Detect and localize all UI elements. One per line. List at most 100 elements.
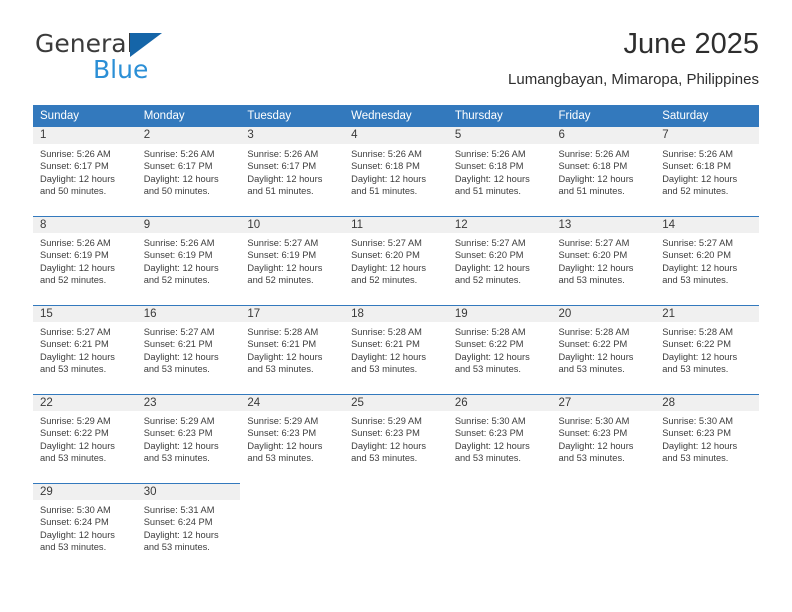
day-sun-info: Sunrise: 5:27 AM Sunset: 6:21 PM Daylight:… <box>137 322 241 376</box>
calendar-day-cell[interactable]: 10 Sunrise: 5:27 AM Sunset: 6:19 PM Dayligh… <box>240 216 345 305</box>
day-sun-info: Sunrise: 5:28 AM Sunset: 6:22 PM Daylight:… <box>655 322 759 376</box>
calendar-day-cell[interactable]: 3 Sunrise: 5:26 AM Sunset: 6:17 PM Daylight… <box>240 127 345 216</box>
day-info-sunrise: Sunrise: 5:30 AM <box>662 416 734 426</box>
day-info-sunrise: Sunrise: 5:26 AM <box>558 149 630 159</box>
calendar-day-cell[interactable]: 2 Sunrise: 5:26 AM Sunset: 6:17 PM Daylight… <box>136 127 241 216</box>
day-info-daylight1: Daylight: 12 hours <box>40 440 115 451</box>
day-info-sunrise: Sunrise: 5:29 AM <box>247 416 319 426</box>
day-info-daylight2: and 53 minutes. <box>143 453 210 464</box>
calendar-day-cell[interactable]: 23 Sunrise: 5:29 AM Sunset: 6:23 PM Dayligh… <box>136 394 241 483</box>
day-info-daylight2: and 53 minutes. <box>558 364 625 375</box>
calendar-day-cell[interactable]: 5 Sunrise: 5:26 AM Sunset: 6:18 PM Daylight… <box>447 127 552 216</box>
day-cell-inner: 16 Sunrise: 5:27 AM Sunset: 6:21 PM Dayligh… <box>136 305 241 394</box>
day-info-sunset: Sunset: 6:21 PM <box>351 339 420 350</box>
calendar-week-row: 29 Sunrise: 5:30 AM Sunset: 6:24 PM Dayligh… <box>33 483 759 572</box>
calendar-day-cell[interactable]: 25 Sunrise: 5:29 AM Sunset: 6:23 PM Dayligh… <box>344 394 448 483</box>
day-number: 12 <box>447 216 552 233</box>
day-cell-inner: 27 Sunrise: 5:30 AM Sunset: 6:23 PM Dayligh… <box>551 394 656 483</box>
calendar-day-cell[interactable]: 21 Sunrise: 5:28 AM Sunset: 6:22 PM Dayligh… <box>655 305 759 394</box>
calendar-header-row: Sunday Monday Tuesday Wednesday Thursday… <box>33 105 759 127</box>
day-info-daylight1: Daylight: 12 hours <box>143 173 219 184</box>
day-sun-info: Sunrise: 5:27 AM Sunset: 6:20 PM Daylight:… <box>655 233 759 287</box>
day-info-sunset: Sunset: 6:23 PM <box>351 428 420 439</box>
calendar-day-cell[interactable]: 29 Sunrise: 5:30 AM Sunset: 6:24 PM Dayligh… <box>33 483 137 572</box>
calendar-table: Sunday Monday Tuesday Wednesday Thursday… <box>33 105 759 572</box>
day-info-sunset: Sunset: 6:22 PM <box>558 339 628 350</box>
day-info-sunset: Sunset: 6:20 PM <box>351 250 420 261</box>
calendar-day-cell[interactable]: 11 Sunrise: 5:27 AM Sunset: 6:20 PM Dayligh… <box>344 216 448 305</box>
calendar-day-cell[interactable]: 27 Sunrise: 5:30 AM Sunset: 6:23 PM Dayligh… <box>551 394 656 483</box>
day-cell-inner: 17 Sunrise: 5:28 AM Sunset: 6:21 PM Dayligh… <box>240 305 345 394</box>
day-cell-inner: 21 Sunrise: 5:28 AM Sunset: 6:22 PM Dayligh… <box>655 305 759 394</box>
day-cell-inner <box>552 483 656 572</box>
day-info-daylight1: Daylight: 12 hours <box>143 529 219 540</box>
calendar-day-cell[interactable]: 6 Sunrise: 5:26 AM Sunset: 6:18 PM Daylight… <box>551 127 656 216</box>
day-cell-inner: 6 Sunrise: 5:26 AM Sunset: 6:18 PM Daylight… <box>551 127 656 216</box>
day-cell-inner: 5 Sunrise: 5:26 AM Sunset: 6:18 PM Daylight… <box>447 127 552 216</box>
calendar-day-cell[interactable]: 4 Sunrise: 5:26 AM Sunset: 6:18 PM Daylight… <box>344 127 448 216</box>
calendar-day-cell[interactable]: 20 Sunrise: 5:28 AM Sunset: 6:22 PM Dayligh… <box>551 305 656 394</box>
day-info-daylight1: Daylight: 12 hours <box>40 351 115 362</box>
day-info-daylight2: and 53 minutes. <box>247 364 314 375</box>
day-number: 20 <box>551 305 656 322</box>
day-number: 28 <box>655 394 759 411</box>
weekday-header-wednesday: Wednesday <box>344 105 448 127</box>
day-info-daylight2: and 53 minutes. <box>662 453 729 464</box>
day-info-daylight2: and 53 minutes. <box>454 453 521 464</box>
calendar-day-cell[interactable]: 24 Sunrise: 5:29 AM Sunset: 6:23 PM Dayligh… <box>240 394 345 483</box>
day-number: 11 <box>344 216 448 233</box>
brand-logo[interactable]: General Blue <box>33 30 253 88</box>
day-info-daylight1: Daylight: 12 hours <box>40 262 115 273</box>
day-info-sunset: Sunset: 6:22 PM <box>454 339 524 350</box>
calendar-day-cell[interactable]: 14 Sunrise: 5:27 AM Sunset: 6:20 PM Dayligh… <box>655 216 759 305</box>
day-cell-inner: 30 Sunrise: 5:31 AM Sunset: 6:24 PM Dayligh… <box>136 483 241 572</box>
day-cell-inner: 9 Sunrise: 5:26 AM Sunset: 6:19 PM Daylight… <box>136 216 241 305</box>
calendar-day-cell[interactable]: 16 Sunrise: 5:27 AM Sunset: 6:21 PM Dayligh… <box>136 305 241 394</box>
day-sun-info: Sunrise: 5:29 AM Sunset: 6:22 PM Daylight:… <box>33 411 137 465</box>
day-info-daylight1: Daylight: 12 hours <box>143 262 219 273</box>
day-info-daylight1: Daylight: 12 hours <box>558 440 634 451</box>
day-info-daylight1: Daylight: 12 hours <box>247 351 323 362</box>
day-sun-info: Sunrise: 5:26 AM Sunset: 6:18 PM Daylight:… <box>448 144 552 198</box>
calendar-day-cell[interactable]: 9 Sunrise: 5:26 AM Sunset: 6:19 PM Daylight… <box>136 216 241 305</box>
day-cell-inner: 25 Sunrise: 5:29 AM Sunset: 6:23 PM Dayligh… <box>344 394 448 483</box>
day-number: 23 <box>136 394 241 411</box>
day-info-sunrise: Sunrise: 5:30 AM <box>558 416 630 426</box>
day-cell-inner: 1 Sunrise: 5:26 AM Sunset: 6:17 PM Daylight… <box>33 127 137 216</box>
day-info-daylight1: Daylight: 12 hours <box>454 173 530 184</box>
calendar-day-cell[interactable]: 17 Sunrise: 5:28 AM Sunset: 6:21 PM Dayligh… <box>240 305 345 394</box>
day-info-sunrise: Sunrise: 5:27 AM <box>454 238 526 248</box>
day-info-daylight2: and 52 minutes. <box>247 275 314 286</box>
calendar-day-cell[interactable]: 26 Sunrise: 5:30 AM Sunset: 6:23 PM Dayligh… <box>447 394 552 483</box>
calendar-day-cell[interactable]: 19 Sunrise: 5:28 AM Sunset: 6:22 PM Dayligh… <box>447 305 552 394</box>
calendar-day-cell[interactable]: 28 Sunrise: 5:30 AM Sunset: 6:23 PM Dayligh… <box>655 394 759 483</box>
calendar-day-cell[interactable]: 15 Sunrise: 5:27 AM Sunset: 6:21 PM Dayligh… <box>33 305 137 394</box>
day-sun-info: Sunrise: 5:30 AM Sunset: 6:23 PM Daylight:… <box>448 411 552 465</box>
day-info-daylight1: Daylight: 12 hours <box>40 529 115 540</box>
day-info-sunset: Sunset: 6:19 PM <box>247 250 317 261</box>
calendar-day-cell[interactable]: 18 Sunrise: 5:28 AM Sunset: 6:21 PM Dayligh… <box>344 305 448 394</box>
day-info-sunrise: Sunrise: 5:28 AM <box>351 327 422 337</box>
day-info-daylight2: and 50 minutes. <box>40 186 107 197</box>
day-info-daylight2: and 53 minutes. <box>454 364 521 375</box>
day-info-daylight2: and 53 minutes. <box>558 453 625 464</box>
day-sun-info: Sunrise: 5:26 AM Sunset: 6:17 PM Daylight:… <box>33 144 137 198</box>
calendar-day-cell[interactable]: 1 Sunrise: 5:26 AM Sunset: 6:17 PM Daylight… <box>33 127 137 216</box>
day-number: 8 <box>33 216 137 233</box>
day-info-daylight2: and 52 minutes. <box>351 275 418 286</box>
day-info-daylight1: Daylight: 12 hours <box>143 440 219 451</box>
calendar-day-cell[interactable]: 7 Sunrise: 5:26 AM Sunset: 6:18 PM Daylight… <box>655 127 759 216</box>
day-info-daylight1: Daylight: 12 hours <box>351 262 427 273</box>
calendar-day-cell[interactable]: 8 Sunrise: 5:26 AM Sunset: 6:19 PM Daylight… <box>33 216 137 305</box>
day-info-daylight1: Daylight: 12 hours <box>662 351 738 362</box>
calendar-day-cell[interactable]: 30 Sunrise: 5:31 AM Sunset: 6:24 PM Dayligh… <box>136 483 241 572</box>
day-sun-info: Sunrise: 5:31 AM Sunset: 6:24 PM Daylight:… <box>137 500 241 554</box>
day-number: 13 <box>551 216 656 233</box>
calendar-day-cell[interactable]: 12 Sunrise: 5:27 AM Sunset: 6:20 PM Dayligh… <box>447 216 552 305</box>
day-cell-inner <box>240 483 344 572</box>
calendar-day-cell[interactable]: 13 Sunrise: 5:27 AM Sunset: 6:20 PM Dayligh… <box>551 216 656 305</box>
calendar-day-cell[interactable]: 22 Sunrise: 5:29 AM Sunset: 6:22 PM Dayligh… <box>33 394 137 483</box>
day-cell-inner: 28 Sunrise: 5:30 AM Sunset: 6:23 PM Dayligh… <box>655 394 759 483</box>
day-number: 24 <box>240 394 345 411</box>
brand-name-general: General <box>35 29 134 58</box>
